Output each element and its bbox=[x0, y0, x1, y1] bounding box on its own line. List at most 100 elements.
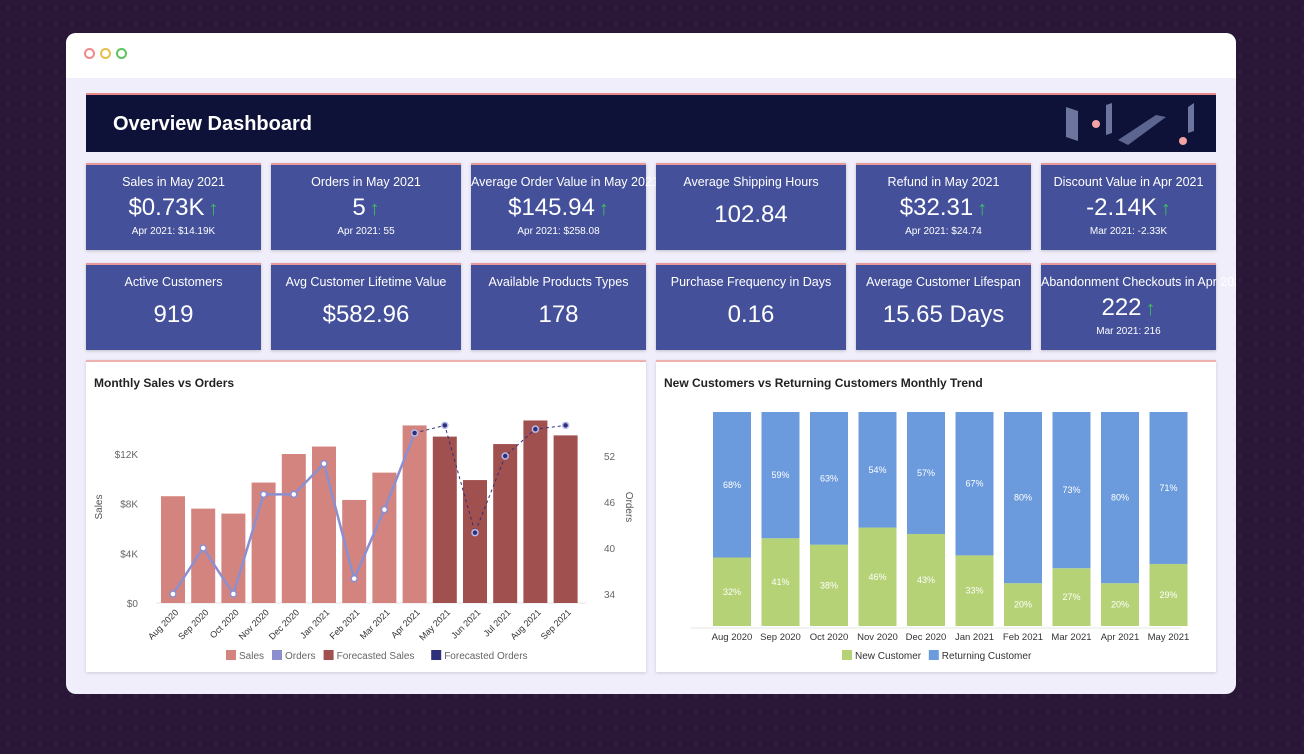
kpi-value: 178 bbox=[538, 301, 579, 328]
x-tick-label: Dec 2020 bbox=[267, 607, 301, 641]
kpi-value: $145.94 ↑ bbox=[508, 194, 609, 221]
kpi-value: 222 ↑ bbox=[1101, 294, 1156, 321]
kpi-title: Active Customers bbox=[124, 275, 223, 289]
legend-label: Returning Customer bbox=[942, 651, 1032, 662]
data-label: 80% bbox=[1014, 493, 1032, 503]
forecast-orders-point bbox=[561, 421, 570, 430]
orders-point bbox=[320, 459, 328, 468]
x-tick-label: Apr 2021 bbox=[1101, 632, 1140, 643]
app-window: Overview Dashboard Sales in May 2021 $0.7… bbox=[66, 33, 1236, 694]
orders-point bbox=[229, 590, 238, 598]
y-tick-label: $8K bbox=[120, 500, 138, 511]
orders-point bbox=[380, 505, 389, 514]
forecast-orders-point bbox=[531, 425, 540, 433]
kpi-card: Avg Customer Lifetime Value $582.96 bbox=[271, 263, 461, 350]
legend-swatch-check-icon bbox=[323, 650, 334, 660]
sales-bar bbox=[191, 508, 216, 603]
close-window-icon[interactable] bbox=[84, 48, 95, 59]
data-label: 41% bbox=[771, 577, 789, 587]
sales-bar bbox=[372, 472, 397, 603]
page-title: Overview Dashboard bbox=[113, 113, 312, 135]
sales-bar bbox=[281, 454, 306, 603]
data-label: 27% bbox=[1062, 592, 1080, 602]
forecast-orders-point bbox=[471, 528, 479, 537]
forecast-sales-bar bbox=[493, 444, 518, 603]
orders-point bbox=[290, 490, 298, 499]
trend-up-arrow-icon: ↑ bbox=[598, 198, 609, 220]
kpi-comparison: Apr 2021: $14.19K bbox=[131, 226, 216, 237]
orders-point bbox=[350, 574, 358, 583]
kpi-title: Available Products Types bbox=[488, 275, 629, 289]
sales-bar bbox=[161, 496, 185, 603]
dashboard-header: Overview Dashboard bbox=[86, 93, 1216, 152]
y2-axis-label: Orders bbox=[623, 492, 634, 523]
sales-bar bbox=[251, 482, 276, 603]
forecast-sales-bar bbox=[463, 480, 487, 603]
x-tick-label: Dec 2020 bbox=[906, 632, 947, 643]
y2-tick-label: 34 bbox=[604, 590, 616, 601]
y2-tick-label: 46 bbox=[604, 498, 616, 509]
trend-up-arrow-icon: ↑ bbox=[369, 198, 380, 220]
kpi-card: Purchase Frequency in Days 0.16 bbox=[656, 263, 846, 350]
kpi-title: Avg Customer Lifetime Value bbox=[285, 275, 447, 289]
forecast-orders-point bbox=[410, 429, 419, 437]
data-label: 33% bbox=[965, 586, 983, 596]
kpi-value: $0.73K ↑ bbox=[128, 194, 219, 221]
orders-point bbox=[169, 590, 177, 598]
forecast-sales-bar bbox=[523, 420, 548, 603]
kpi-value: $32.31 ↑ bbox=[899, 194, 988, 221]
kpi-value: 0.16 bbox=[727, 301, 775, 328]
kpi-title: Refund in May 2021 bbox=[887, 175, 1000, 189]
y-axis-label: Sales bbox=[94, 494, 105, 519]
data-label: 63% bbox=[820, 473, 838, 483]
x-tick-label: Aug 2021 bbox=[508, 607, 542, 641]
maximize-window-icon[interactable] bbox=[116, 48, 127, 59]
kpi-card: Average Order Value in May 2021 $145.94 ↑ A… bbox=[471, 163, 659, 250]
y-tick-label: $4K bbox=[120, 549, 138, 560]
kpi-value: $582.96 bbox=[322, 301, 410, 328]
data-label: 71% bbox=[1159, 483, 1177, 493]
data-label: 46% bbox=[868, 572, 886, 582]
x-tick-label: Feb 2021 bbox=[1003, 632, 1043, 643]
kpi-card: Refund in May 2021 $32.31 ↑ Apr 2021: $24.7… bbox=[856, 163, 1031, 250]
data-label: 38% bbox=[820, 580, 838, 590]
x-tick-label: Aug 2020 bbox=[712, 632, 753, 643]
x-tick-label: May 2021 bbox=[1148, 632, 1190, 643]
y2-tick-label: 52 bbox=[604, 452, 616, 463]
legend-label: New Customer bbox=[855, 651, 922, 662]
customers-trend-chart: New Customers vs Returning Customers Mon… bbox=[656, 360, 1216, 672]
minimize-window-icon[interactable] bbox=[100, 48, 111, 59]
kpi-title: Orders in May 2021 bbox=[311, 175, 421, 189]
x-tick-label: Mar 2021 bbox=[1051, 632, 1091, 643]
x-tick-label: Jun 2021 bbox=[449, 607, 482, 640]
kpi-comparison: Apr 2021: $24.74 bbox=[905, 226, 982, 237]
legend-label: Forecasted Orders bbox=[444, 651, 527, 662]
legend-swatch-check-icon bbox=[226, 650, 236, 660]
sales-bar bbox=[312, 446, 336, 603]
forecast-sales-bar bbox=[553, 435, 578, 603]
kpi-title: Average Customer Lifespan bbox=[866, 275, 1021, 289]
data-label: 59% bbox=[771, 470, 789, 480]
kpi-title: Average Order Value in May 2021 bbox=[471, 175, 659, 189]
kpi-comparison: Apr 2021: $258.08 bbox=[517, 226, 600, 237]
forecast-orders-point bbox=[441, 421, 449, 430]
data-label: 80% bbox=[1111, 493, 1129, 503]
x-tick-label: Nov 2020 bbox=[857, 632, 898, 643]
kpi-comparison: Mar 2021: -2.33K bbox=[1089, 226, 1168, 237]
kpi-title: Purchase Frequency in Days bbox=[670, 275, 832, 289]
data-label: 68% bbox=[723, 480, 741, 490]
data-label: 43% bbox=[917, 575, 935, 585]
x-tick-label: Oct 2020 bbox=[208, 607, 241, 640]
data-label: 57% bbox=[917, 468, 935, 478]
x-tick-label: Oct 2020 bbox=[810, 632, 849, 643]
kpi-comparison: Mar 2021: 216 bbox=[1096, 326, 1161, 337]
kpi-card: Active Customers 919 bbox=[86, 263, 261, 350]
x-tick-label: Feb 2021 bbox=[328, 607, 362, 641]
trend-up-arrow-icon: ↑ bbox=[1160, 198, 1171, 220]
x-tick-label: Sep 2020 bbox=[176, 607, 210, 641]
y-tick-label: $12K bbox=[115, 450, 139, 461]
kpi-comparison: Apr 2021: 55 bbox=[337, 226, 395, 237]
kpi-card: Available Products Types 178 bbox=[471, 263, 646, 350]
data-label: 32% bbox=[723, 587, 741, 597]
x-tick-label: May 2021 bbox=[417, 607, 452, 642]
